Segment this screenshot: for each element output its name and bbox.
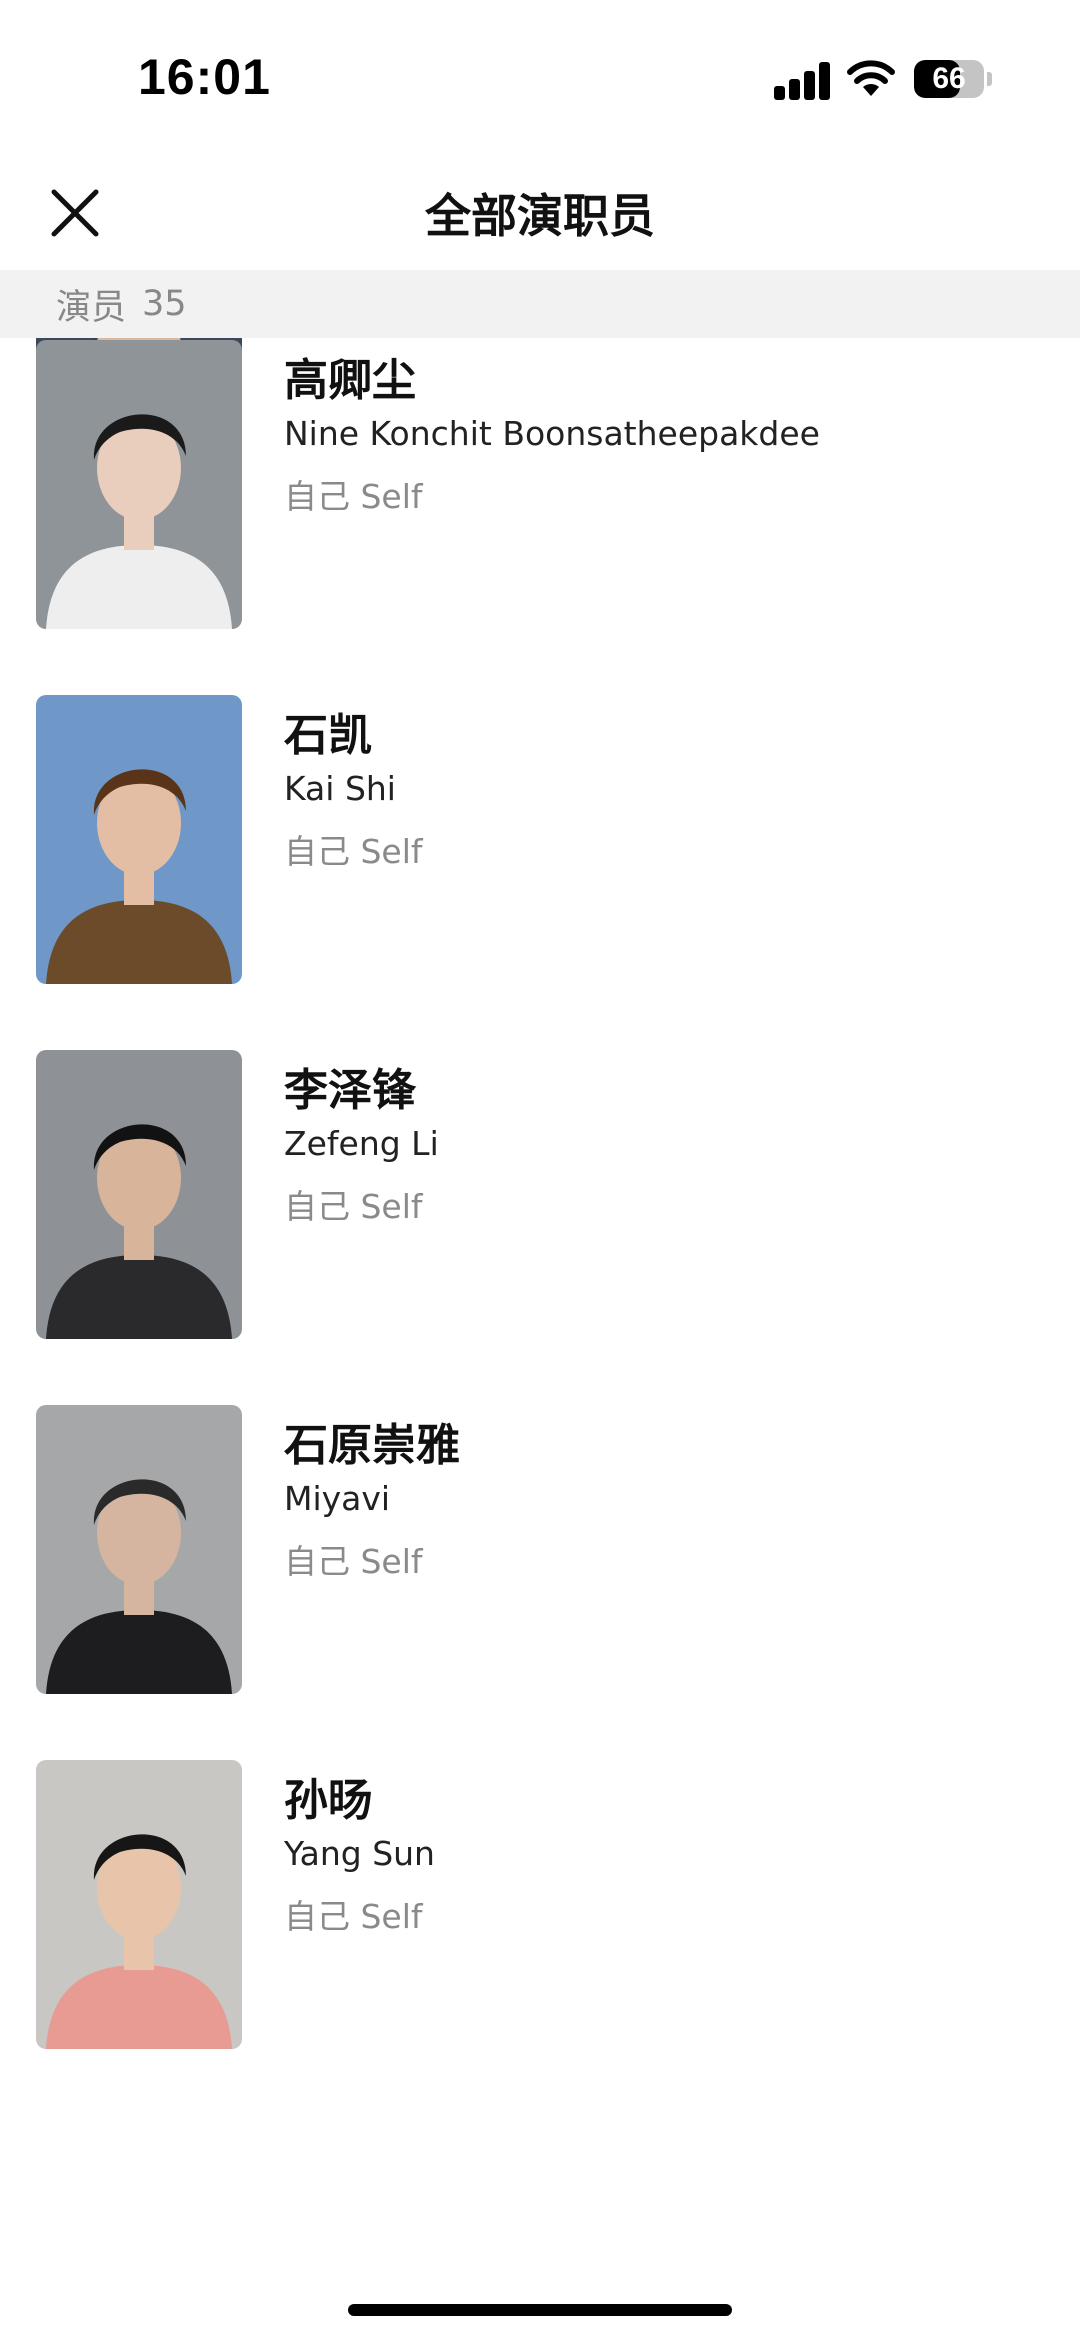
actor-name-cn: 高卿尘 bbox=[284, 355, 416, 406]
cast-row[interactable]: 石原崇雅 Miyavi 自己 Self bbox=[0, 1405, 1080, 1695]
actor-role: 自己 Self bbox=[284, 1542, 423, 1581]
nav-bar: 全部演职员 bbox=[0, 150, 1080, 270]
battery-cap bbox=[987, 72, 992, 86]
actor-photo[interactable] bbox=[36, 1760, 242, 2049]
cast-row[interactable]: 孙旸 Yang Sun 自己 Self bbox=[0, 1760, 1080, 2050]
actor-role: 自己 Self bbox=[284, 1187, 423, 1226]
wifi-icon bbox=[847, 60, 895, 96]
actor-photo[interactable] bbox=[36, 340, 242, 629]
actor-role: 自己 Self bbox=[284, 477, 423, 516]
portrait-image bbox=[36, 340, 242, 629]
actor-name-cn: 孙旸 bbox=[284, 1775, 372, 1826]
actor-photo[interactable] bbox=[36, 1050, 242, 1339]
battery-icon: 66 bbox=[914, 60, 984, 98]
actor-name-cn: 石凯 bbox=[284, 710, 372, 761]
section-label: 演员 bbox=[56, 287, 127, 328]
cast-row[interactable]: 石凯 Kai Shi 自己 Self bbox=[0, 695, 1080, 985]
actor-name-en: Kai Shi bbox=[284, 769, 396, 808]
actor-name-en: Zefeng Li bbox=[284, 1124, 439, 1163]
battery-percent: 66 bbox=[932, 62, 966, 95]
screen: 16:01 66 全部演职员 演员 35 高卿尘 Nine Konchit Bo… bbox=[0, 0, 1080, 2341]
cast-row[interactable]: 李泽锋 Zefeng Li 自己 Self bbox=[0, 1050, 1080, 1340]
actor-photo[interactable] bbox=[36, 1405, 242, 1694]
cast-list: 高卿尘 Nine Konchit Boonsatheepakdee 自己 Self 石… bbox=[0, 338, 1080, 2278]
cellular-signal-icon bbox=[774, 60, 830, 100]
actor-role: 自己 Self bbox=[284, 1897, 423, 1936]
cast-row[interactable]: 高卿尘 Nine Konchit Boonsatheepakdee 自己 Self bbox=[0, 340, 1080, 630]
portrait-image bbox=[36, 695, 242, 984]
actor-name-en: Nine Konchit Boonsatheepakdee bbox=[284, 414, 820, 453]
portrait-image bbox=[36, 1050, 242, 1339]
status-time: 16:01 bbox=[138, 49, 271, 105]
actor-photo[interactable] bbox=[36, 695, 242, 984]
portrait-image bbox=[36, 1405, 242, 1694]
home-indicator[interactable] bbox=[348, 2304, 732, 2316]
actor-name-cn: 李泽锋 bbox=[284, 1065, 416, 1116]
actor-name-en: Yang Sun bbox=[284, 1834, 435, 1873]
actor-role: 自己 Self bbox=[284, 832, 423, 871]
section-header: 演员 35 bbox=[0, 270, 1080, 338]
actor-name-cn: 石原崇雅 bbox=[284, 1420, 460, 1471]
status-bar: 16:01 66 bbox=[0, 0, 1080, 150]
page-title: 全部演职员 bbox=[425, 189, 655, 243]
section-count: 35 bbox=[142, 284, 187, 324]
actor-name-en: Miyavi bbox=[284, 1479, 391, 1518]
portrait-image bbox=[36, 1760, 242, 2049]
